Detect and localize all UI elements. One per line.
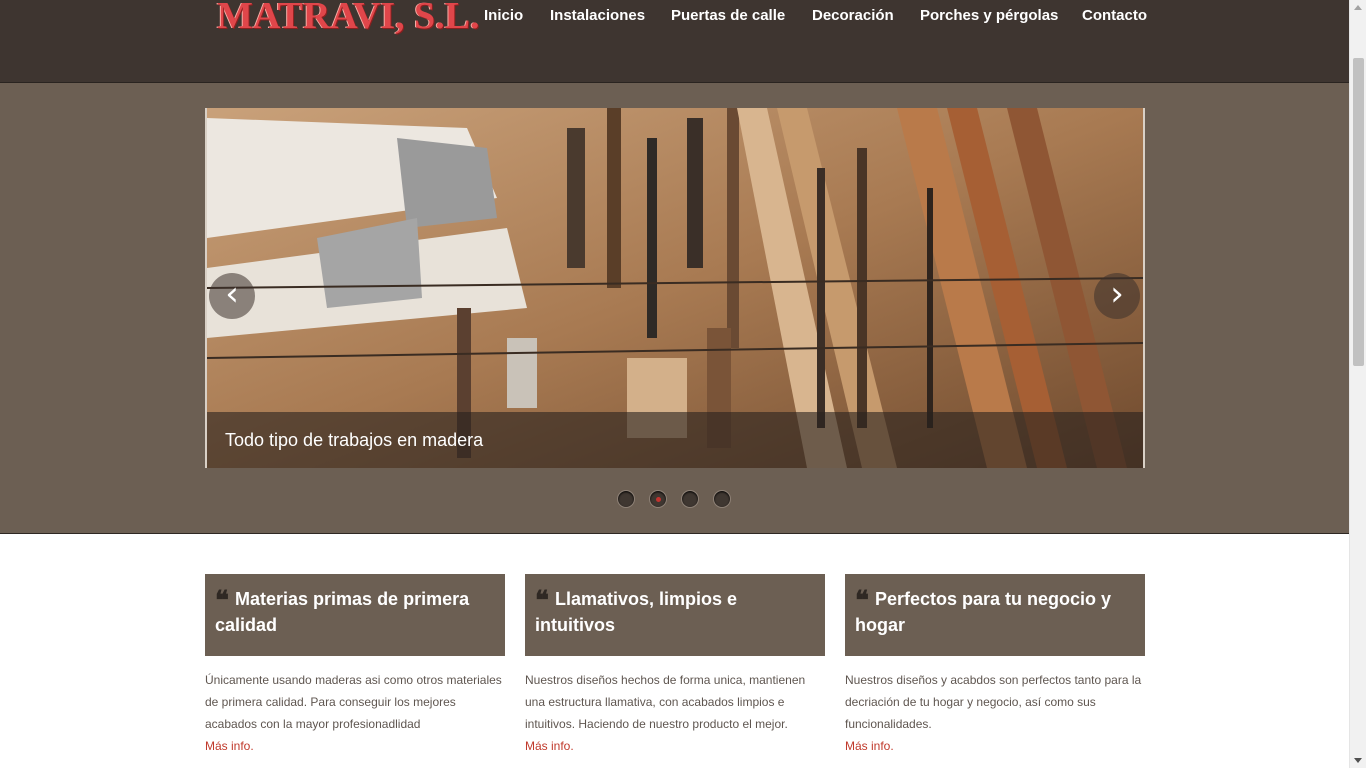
quote-icon: ❝: [855, 586, 869, 616]
slider-dot-1[interactable]: [617, 490, 635, 508]
feature-text: Nuestros diseños hechos de forma unica, …: [525, 673, 806, 731]
nav-contacto[interactable]: Contacto: [1082, 6, 1147, 26]
feature-title: Perfectos para tu negocio y hogar: [855, 589, 1112, 635]
nav-porches-y-pergolas[interactable]: Porches y pérgolas: [920, 6, 1058, 26]
feature-heading: ❝ Llamativos, limpios e intuitivos: [525, 574, 825, 656]
more-info-link[interactable]: Más info.: [845, 739, 894, 753]
nav-instalaciones[interactable]: Instalaciones: [550, 6, 645, 26]
more-info-link[interactable]: Más info.: [525, 739, 574, 753]
slider-prev-button[interactable]: ‹: [209, 273, 255, 319]
more-info-link[interactable]: Más info.: [205, 739, 254, 753]
quote-icon: ❝: [535, 586, 549, 616]
scrollbar-thumb[interactable]: [1353, 58, 1364, 366]
slide-caption-text: Todo tipo de trabajos en madera: [225, 430, 484, 450]
slider-dot-3[interactable]: [681, 490, 699, 508]
site-logo[interactable]: MATRAVI, S.L.: [217, 0, 480, 40]
nav-puertas-de-calle[interactable]: Puertas de calle: [671, 6, 785, 26]
vertical-scrollbar[interactable]: [1349, 0, 1366, 768]
slider-next-button[interactable]: ›: [1094, 273, 1140, 319]
chevron-right-icon: ›: [1110, 274, 1124, 314]
slider-dot-4[interactable]: [713, 490, 731, 508]
slide-caption: Todo tipo de trabajos en madera: [207, 412, 1143, 468]
nav-inicio[interactable]: Inicio: [484, 6, 523, 26]
slide-image[interactable]: Todo tipo de trabajos en madera: [205, 108, 1145, 468]
feature-block: ❝ Perfectos para tu negocio y hogar Nuest…: [845, 574, 1145, 757]
nav-decoracion[interactable]: Decoración: [812, 6, 894, 26]
slider-band: Todo tipo de trabajos en madera ‹ ›: [0, 83, 1349, 534]
feature-text-block: Nuestros diseños hechos de forma unica, …: [525, 669, 825, 757]
feature-text: Únicamente usando maderas asi como otros…: [205, 673, 502, 731]
feature-heading: ❝ Materias primas de primera calidad: [205, 574, 505, 656]
site-header: MATRAVI, S.L. Inicio Instalaciones Puert…: [0, 0, 1349, 83]
scroll-down-icon[interactable]: [1354, 758, 1362, 763]
slider-dot-2[interactable]: [649, 490, 667, 508]
feature-block: ❝ Llamativos, limpios e intuitivos Nuestr…: [525, 574, 825, 757]
feature-title: Llamativos, limpios e intuitivos: [535, 589, 738, 635]
feature-text-block: Únicamente usando maderas asi como otros…: [205, 669, 505, 757]
feature-text-block: Nuestros diseños y acabdos son perfectos…: [845, 669, 1145, 757]
scroll-up-icon[interactable]: [1354, 5, 1362, 10]
feature-heading: ❝ Perfectos para tu negocio y hogar: [845, 574, 1145, 656]
chevron-left-icon: ‹: [225, 274, 239, 314]
feature-text: Nuestros diseños y acabdos son perfectos…: [845, 673, 1142, 731]
feature-title: Materias primas de primera calidad: [215, 589, 470, 635]
quote-icon: ❝: [215, 586, 229, 616]
feature-block: ❝ Materias primas de primera calidad Únic…: [205, 574, 505, 757]
